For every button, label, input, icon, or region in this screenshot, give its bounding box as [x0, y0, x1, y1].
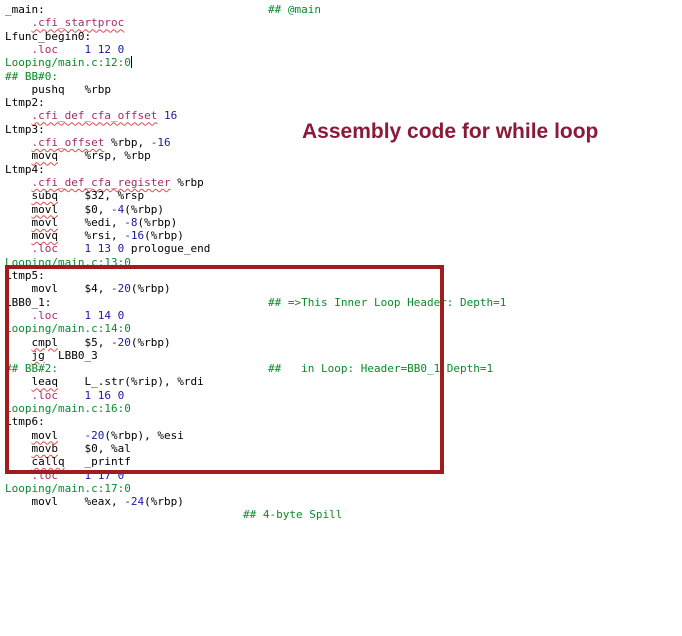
code-token: -4 [110, 202, 125, 216]
code-token: -24 [124, 495, 145, 509]
code-line[interactable]: .cfi_def_cfa_offset 16 [5, 109, 178, 123]
code-line[interactable]: .loc 1 13 0 prologue_end [5, 242, 211, 256]
code-token: 16 [157, 109, 178, 123]
code-token: movq [31, 229, 59, 243]
code-line[interactable]: Ltmp2: [5, 96, 45, 110]
code-token: Lfunc_begin0: [5, 29, 92, 43]
code-line[interactable]: Looping/main.c:17:0 [5, 482, 131, 496]
annotation-label: Assembly code for while loop [302, 120, 599, 143]
code-line[interactable]: .cfi_startproc [5, 16, 125, 30]
code-token: %rsi, [58, 229, 125, 243]
code-token: Ltmp2: [5, 96, 45, 110]
code-token: (%rbp) [144, 229, 184, 243]
code-token: .cfi_startproc [31, 16, 125, 30]
code-token: -8 [124, 215, 138, 229]
code-token: movl [31, 215, 59, 229]
code-line[interactable]: Ltmp3: [5, 123, 45, 137]
code-token: Ltmp3: [5, 122, 45, 136]
code-line[interactable]: pushq %rbp [5, 82, 111, 97]
code-token: subq [31, 189, 59, 203]
text-cursor [130, 56, 132, 69]
code-line[interactable]: .cfi_offset %rbp, -16 [5, 136, 171, 150]
code-token: Ltmp4: [5, 162, 45, 176]
code-line[interactable]: movl %edi, -8(%rbp) [5, 215, 178, 230]
code-line[interactable]: movq %rsi, -16(%rbp) [5, 229, 184, 243]
code-token: movq [31, 149, 59, 163]
code-token: .loc [31, 242, 59, 256]
code-token: (%rbp) [137, 215, 178, 229]
code-comment: ## 4-byte Spill [243, 508, 343, 522]
code-token: (%rbp) [124, 202, 164, 216]
code-line[interactable]: Ltmp4: [5, 163, 45, 177]
code-line[interactable]: movl $0, -4(%rbp) [5, 203, 164, 217]
code-line[interactable]: Looping/main.c:12:0 [5, 56, 132, 70]
code-line[interactable]: movq %rsp, %rbp [5, 149, 151, 163]
code-token: movl %eax, [5, 495, 125, 509]
code-line[interactable]: _main: [5, 3, 45, 17]
code-line[interactable]: subq $32, %rsp [5, 189, 145, 203]
code-token: .cfi_def_cfa_register [31, 175, 171, 189]
code-line[interactable]: Lfunc_begin0: [5, 30, 91, 44]
code-token: .loc [31, 42, 59, 56]
code-token: .cfi_def_cfa_offset [31, 109, 158, 123]
while-loop-highlight-box [5, 265, 444, 474]
code-token: 1 13 0 [58, 242, 125, 256]
code-token: -16 [124, 229, 145, 243]
code-token: %rbp [170, 175, 204, 189]
code-token: Looping/main.c:17:0 [5, 481, 131, 495]
code-line[interactable]: movl %eax, -24(%rbp) [5, 495, 184, 509]
code-token: movl [31, 202, 59, 216]
code-line[interactable]: .loc 1 12 0 [5, 42, 125, 57]
code-token: pushq %rbp [5, 82, 111, 96]
code-token: $0, [58, 202, 111, 216]
code-token: Looping/main.c:12:0 [5, 56, 131, 70]
code-token: _main: [5, 3, 45, 16]
code-token: %rsp, %rbp [58, 149, 151, 163]
code-line[interactable]: ## BB#0: [5, 70, 58, 84]
code-token: $32, %rsp [58, 189, 145, 203]
code-token: .cfi_offset [31, 136, 105, 149]
code-line[interactable]: .cfi_def_cfa_register %rbp [5, 176, 204, 190]
code-token: %rbp, [104, 136, 151, 149]
code-token: (%rbp) [144, 495, 184, 509]
code-token: prologue_end [124, 242, 211, 256]
code-token: %edi, [58, 215, 125, 229]
code-token: -16 [150, 136, 171, 149]
code-token: 1 12 0 [58, 42, 125, 56]
code-token: ## BB#0: [5, 69, 58, 83]
code-comment: ## @main [268, 3, 321, 16]
